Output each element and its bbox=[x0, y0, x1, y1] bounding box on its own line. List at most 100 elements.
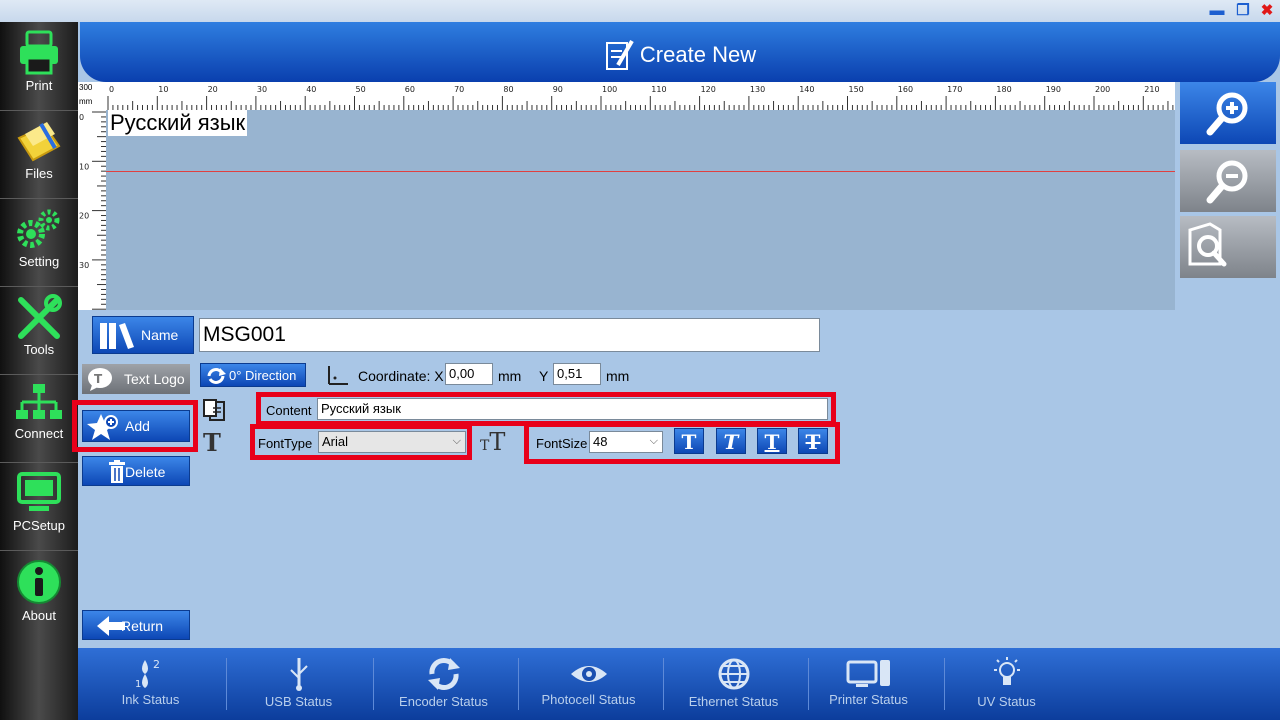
status-label: USB Status bbox=[264, 694, 333, 709]
bold-button[interactable]: T bbox=[674, 428, 704, 454]
strikethrough-button[interactable]: T bbox=[798, 428, 828, 454]
ruler-tick-label: 100 bbox=[602, 85, 617, 94]
zoom-in-button[interactable] bbox=[1180, 82, 1276, 144]
print-height-line bbox=[106, 171, 1175, 172]
text-logo-button[interactable]: T Text Logo bbox=[82, 364, 190, 394]
name-field[interactable]: MSG001 bbox=[199, 318, 820, 352]
font-type-icon: T bbox=[203, 428, 221, 457]
files-icon bbox=[17, 122, 61, 162]
delete-label: Delete bbox=[125, 464, 166, 480]
content-label: Content bbox=[266, 403, 312, 418]
text-bubble-icon: T bbox=[88, 368, 112, 391]
status-ethernet[interactable]: Ethernet Status bbox=[661, 648, 806, 720]
canvas-text-object[interactable]: Русский язык bbox=[108, 110, 248, 136]
sidebar-item-label: PCSetup bbox=[12, 518, 66, 533]
status-encoder[interactable]: Encoder Status bbox=[371, 648, 516, 720]
x-unit: mm bbox=[498, 368, 522, 384]
ruler-tick-label: 70 bbox=[454, 85, 464, 94]
add-label: Add bbox=[125, 418, 150, 434]
fontsize-value: 48 bbox=[593, 434, 608, 449]
direction-button[interactable]: 0° Direction bbox=[200, 363, 306, 387]
usb-icon bbox=[289, 658, 308, 691]
minimize-icon[interactable]: ▬ bbox=[1208, 2, 1226, 20]
add-button[interactable]: Add bbox=[82, 410, 190, 442]
fonttype-select[interactable]: Arial ⌵ bbox=[318, 431, 466, 453]
computer-icon bbox=[846, 660, 890, 687]
sidebar-item-label: Files bbox=[25, 166, 53, 181]
sidebar-item-label: Tools bbox=[23, 342, 55, 357]
eye-icon bbox=[570, 666, 607, 682]
zoom-fit-icon bbox=[1188, 222, 1227, 267]
status-bar: 2 1 Ink Status USB Status Encoder Status bbox=[78, 648, 1280, 720]
uv-lamp-icon bbox=[993, 657, 1020, 685]
globe-icon bbox=[718, 658, 749, 690]
ink-drops-icon: 2 1 bbox=[135, 658, 160, 690]
content-input[interactable]: Русский язык bbox=[317, 398, 828, 420]
sidebar-item-label: About bbox=[22, 608, 56, 623]
name-button[interactable]: Name bbox=[92, 316, 194, 354]
y-unit: mm bbox=[606, 368, 630, 384]
underline-button[interactable]: T bbox=[757, 428, 787, 454]
fontsize-select[interactable]: 48 ⌵ bbox=[589, 431, 663, 453]
printer-icon bbox=[20, 30, 58, 75]
ruler-tick-label: 130 bbox=[750, 85, 765, 94]
y-coordinate-input[interactable]: 0,51 bbox=[553, 363, 601, 385]
ruler-tick-label: 30 bbox=[257, 85, 267, 94]
status-label: Ethernet Status bbox=[688, 694, 779, 709]
header: Create New bbox=[80, 22, 1280, 82]
zoom-fit-button[interactable] bbox=[1180, 216, 1276, 278]
italic-button[interactable]: T bbox=[716, 428, 746, 454]
status-printer[interactable]: Printer Status bbox=[796, 648, 941, 720]
ruler-tick-label: 210 bbox=[1144, 85, 1159, 94]
coordinate-label: Coordinate: X bbox=[358, 368, 444, 384]
coordinate-axes-icon bbox=[328, 366, 348, 385]
ruler-tick-label: 160 bbox=[898, 85, 913, 94]
ruler-tick-label: 190 bbox=[1046, 85, 1061, 94]
ruler-tick-label: 180 bbox=[996, 85, 1011, 94]
restore-icon[interactable]: ❐ bbox=[1234, 2, 1252, 20]
sidebar-item-label: Print bbox=[25, 78, 53, 93]
close-icon[interactable]: ✖ bbox=[1258, 2, 1276, 20]
delete-button[interactable]: Delete bbox=[82, 456, 190, 486]
sidebar-item-pcsetup[interactable]: PCSetup bbox=[0, 462, 78, 551]
sidebar-item-connect[interactable]: Connect bbox=[0, 374, 78, 463]
monitor-icon bbox=[17, 472, 61, 511]
ruler-tick-label: 20 bbox=[79, 212, 89, 221]
sidebar-item-tools[interactable]: Tools bbox=[0, 286, 78, 375]
status-uv[interactable]: UV Status bbox=[934, 648, 1079, 720]
status-label: Encoder Status bbox=[399, 694, 488, 709]
message-canvas[interactable]: Русский язык bbox=[106, 110, 1175, 310]
font-size-icon: TT bbox=[480, 428, 506, 456]
svg-text:T: T bbox=[94, 372, 103, 386]
sidebar-item-setting[interactable]: Setting bbox=[0, 198, 78, 287]
network-icon bbox=[16, 384, 62, 419]
return-label: Return bbox=[121, 618, 164, 634]
zoom-out-button[interactable] bbox=[1180, 150, 1276, 212]
gears-icon bbox=[17, 209, 60, 248]
sidebar-item-about[interactable]: About bbox=[0, 550, 78, 638]
page-title-text: Create New bbox=[639, 42, 757, 67]
x-coordinate-input[interactable]: 0,00 bbox=[445, 363, 493, 385]
text-logo-label: Text Logo bbox=[124, 371, 185, 387]
ruler-tick-label: 60 bbox=[405, 85, 415, 94]
books-icon bbox=[100, 323, 134, 349]
tools-icon bbox=[18, 294, 62, 339]
sidebar-item-print[interactable]: Print bbox=[0, 22, 78, 111]
ruler-tick-label: 0 bbox=[79, 113, 84, 122]
trash-icon bbox=[109, 460, 125, 483]
status-label: Photocell Status bbox=[541, 692, 636, 707]
zoom-out-icon bbox=[1206, 160, 1248, 204]
status-photocell[interactable]: Photocell Status bbox=[516, 648, 661, 720]
sidebar: Print Files Setting Tools Connect PCSetu… bbox=[0, 22, 78, 720]
status-usb[interactable]: USB Status bbox=[226, 648, 371, 720]
status-ink[interactable]: 2 1 Ink Status bbox=[78, 648, 223, 720]
horizontal-ruler: 0 10 20 30 40 50 60 70 80 90 100 110 120 130 140 150 160… bbox=[78, 82, 1175, 110]
sidebar-item-files[interactable]: Files bbox=[0, 110, 78, 199]
ruler-tick-label: 0 bbox=[109, 85, 114, 94]
info-icon bbox=[17, 560, 61, 604]
ruler-tick-label: 20 bbox=[208, 85, 218, 94]
sidebar-item-label: Setting bbox=[18, 254, 60, 269]
content-paste-icon bbox=[203, 399, 225, 421]
ruler-tick-label: 10 bbox=[79, 162, 89, 171]
return-button[interactable]: Return bbox=[82, 610, 190, 640]
